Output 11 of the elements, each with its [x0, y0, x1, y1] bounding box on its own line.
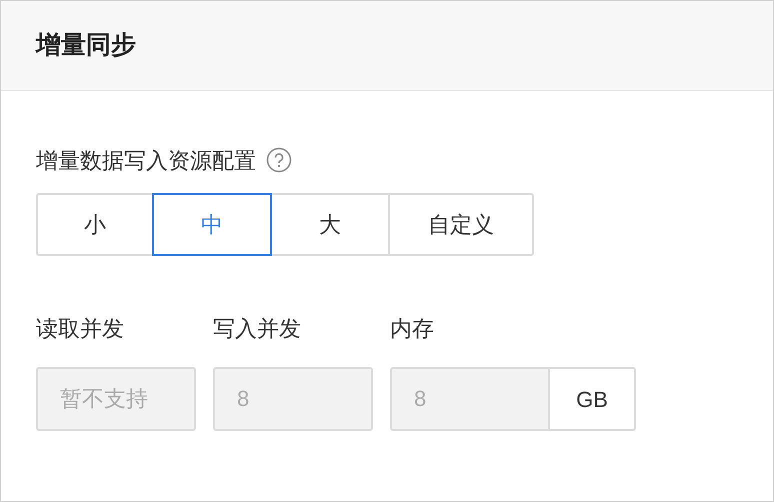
field-label: 读取并发 [36, 315, 125, 342]
help-icon[interactable] [266, 147, 292, 173]
unit-addon: GB [550, 367, 636, 431]
size-option[interactable]: 大 [270, 193, 390, 256]
field-label: 增量数据写入资源配置 [36, 146, 256, 174]
size-option[interactable]: 中 [152, 193, 272, 256]
field-label: 内存 [390, 315, 435, 342]
size-option[interactable]: 自定义 [388, 193, 534, 256]
section-title: 增量同步 [36, 30, 136, 61]
size-option[interactable]: 小 [36, 193, 154, 256]
field-label: 写入并发 [213, 315, 302, 342]
